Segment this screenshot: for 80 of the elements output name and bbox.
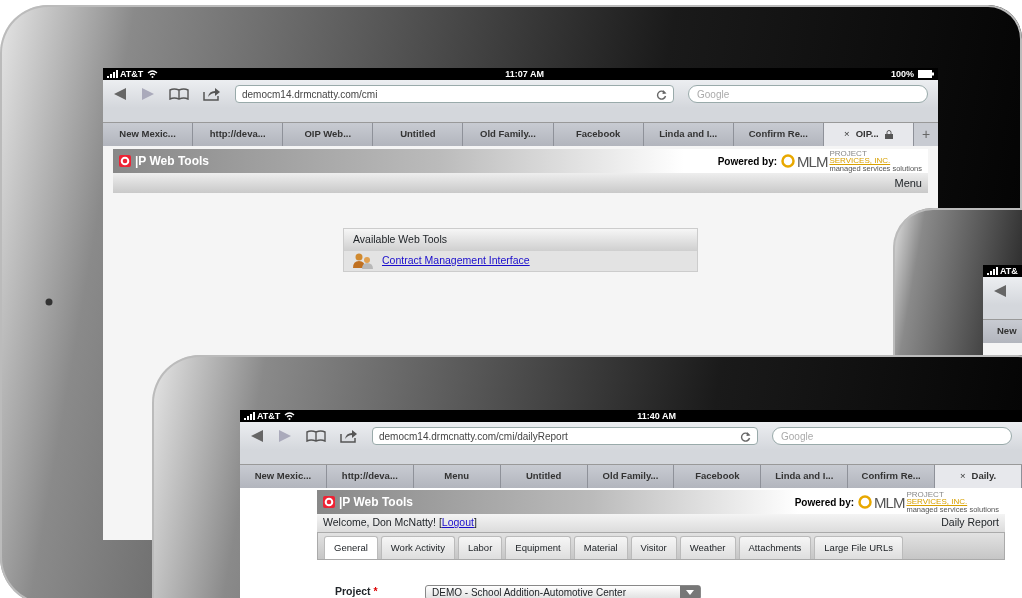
browser-tab[interactable]: × OIP...: [823, 123, 914, 146]
partner-logo-name: MLM: [874, 494, 905, 510]
carrier-name: AT&T: [257, 410, 281, 422]
browser-tab[interactable]: Confirm Re...: [733, 123, 824, 146]
browser-tab[interactable]: Facebook: [674, 465, 762, 488]
back-arrow-icon[interactable]: [250, 430, 264, 442]
browser-tab[interactable]: http://deva...: [326, 465, 414, 488]
browser-tab[interactable]: OIP Web...: [283, 123, 374, 146]
form-tab[interactable]: Work Activity: [380, 536, 455, 560]
browser-tab[interactable]: Old Family...: [463, 123, 554, 146]
partner-logo-name: MLM: [797, 153, 828, 169]
browser-tab[interactable]: New Mexic...: [240, 465, 327, 488]
form-tab[interactable]: Visitor: [630, 536, 677, 560]
powered-by-label: Powered by:: [717, 154, 778, 169]
search-field[interactable]: Google: [772, 427, 1012, 445]
panel-title: Available Web Tools: [344, 229, 697, 251]
caret-icon: [686, 589, 694, 595]
select-field[interactable]: DEMO - School Addition-Automotive Center: [425, 584, 701, 598]
back-arrow-icon[interactable]: [113, 88, 127, 100]
brand-name: |P Web Tools: [135, 153, 210, 170]
back-arrow-icon[interactable]: [993, 285, 1007, 297]
partner-logo-text: SERVICES, INC.: [906, 498, 969, 506]
form-tab[interactable]: Equipment: [505, 536, 571, 560]
address-field[interactable]: democm14.drmcnatty.com/cmi: [235, 85, 674, 103]
brand-name: |P Web Tools: [339, 494, 414, 511]
status-time: 11:07 AM: [505, 69, 544, 79]
browser-tab[interactable]: Untitled: [373, 123, 464, 146]
menu-link[interactable]: Menu: [894, 174, 922, 192]
brand-logo-icon: [323, 496, 335, 508]
form-tab[interactable]: General: [324, 536, 378, 560]
partner-logo-text: PROJECT: [829, 149, 868, 158]
ring-logo-icon: [781, 154, 796, 168]
welcome-text: Welcome, Don McNatty! [Logout]: [323, 515, 477, 531]
form-tab[interactable]: Attachments: [738, 536, 812, 560]
battery-icon: [918, 70, 934, 78]
browser-tab[interactable]: × Daily.: [935, 465, 1022, 488]
search-field[interactable]: Google: [688, 85, 928, 103]
brand-logo-icon: [119, 155, 131, 167]
carrier-name: AT&: [1000, 265, 1018, 277]
status-time: 11:40 AM: [637, 411, 676, 421]
signal-icon: [987, 267, 1000, 275]
form-tab[interactable]: Weather: [679, 536, 736, 560]
form-tab[interactable]: Labor: [458, 536, 503, 560]
book-icon[interactable]: [169, 88, 189, 100]
lock-icon: [884, 130, 893, 139]
close-icon[interactable]: ×: [844, 127, 850, 142]
browser-tab[interactable]: Linda and I...: [761, 465, 849, 488]
form-tab[interactable]: Material: [573, 536, 628, 560]
people-icon: [352, 252, 374, 269]
browser-tab[interactable]: Confirm Re...: [848, 465, 936, 488]
browser-tab[interactable]: Menu: [413, 465, 501, 488]
browser-tab[interactable]: Old Family...: [587, 465, 675, 488]
new-tab-button[interactable]: +: [914, 123, 938, 146]
powered-by-label: Powered by:: [794, 495, 855, 510]
browser-tab[interactable]: Untitled: [500, 465, 588, 488]
browser-tab[interactable]: New: [983, 320, 1022, 343]
share-icon[interactable]: [340, 429, 358, 443]
camera-dot: [45, 298, 53, 306]
reload-icon[interactable]: [740, 430, 751, 442]
ring-logo-icon: [858, 495, 873, 509]
form-tab[interactable]: Large File URLs: [814, 536, 903, 560]
browser-tab[interactable]: New Mexic...: [103, 123, 194, 146]
partner-logo-text: SERVICES, INC.: [829, 157, 892, 165]
signal-icon: [107, 70, 120, 78]
browser-tab[interactable]: http://deva...: [193, 123, 284, 146]
wifi-icon: [284, 412, 296, 420]
share-icon[interactable]: [203, 87, 221, 101]
browser-tab[interactable]: Facebook: [553, 123, 644, 146]
signal-icon: [244, 412, 257, 420]
page-title: Daily Report: [941, 515, 999, 531]
battery-percent: 100%: [890, 68, 914, 80]
partner-logo-text: PROJECT: [906, 490, 945, 499]
carrier-name: AT&T: [120, 68, 144, 80]
browser-tab[interactable]: Linda and I...: [643, 123, 734, 146]
address-field[interactable]: democm14.drmcnatty.com/cmi/dailyReport: [372, 427, 758, 445]
close-icon[interactable]: ×: [959, 469, 966, 484]
field-label: Project *: [335, 584, 379, 598]
wifi-icon: [147, 70, 159, 78]
book-icon[interactable]: [306, 430, 326, 442]
reload-icon[interactable]: [656, 88, 667, 100]
